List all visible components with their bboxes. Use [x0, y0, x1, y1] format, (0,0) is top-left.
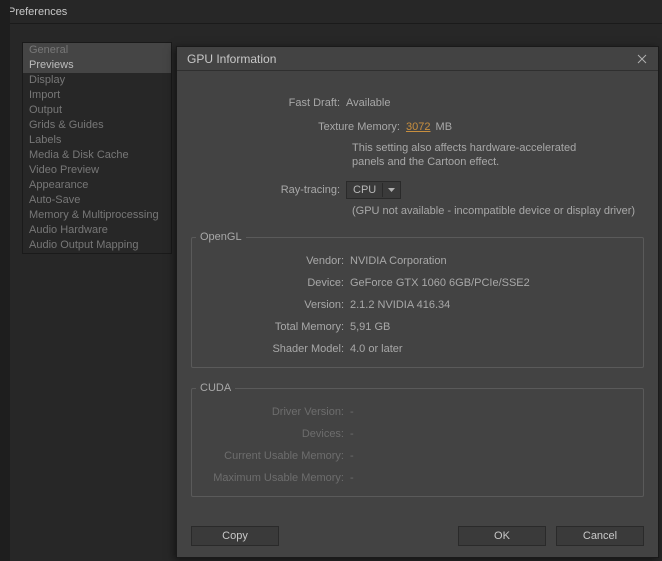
opengl-shader-model-value: 4.0 or later — [350, 341, 633, 357]
dialog-titlebar: GPU Information — [177, 47, 658, 71]
cuda-current-usable-value: - — [350, 448, 633, 464]
sidebar-item-general[interactable]: General — [23, 43, 171, 58]
opengl-legend: OpenGL — [196, 231, 246, 243]
preferences-sidebar: General Previews Display Import Output G… — [22, 42, 172, 254]
cuda-current-usable-label: Current Usable Memory: — [192, 448, 350, 464]
cancel-button[interactable]: Cancel — [556, 526, 644, 546]
cuda-group: CUDA Driver Version: - Devices: - Curren… — [191, 382, 644, 497]
opengl-vendor-value: NVIDIA Corporation — [350, 253, 633, 269]
sidebar-item-display[interactable]: Display — [23, 73, 171, 88]
sidebar-item-appearance[interactable]: Appearance — [23, 178, 171, 193]
texture-memory-value[interactable]: 3072 — [406, 121, 430, 133]
fast-draft-label: Fast Draft: — [191, 95, 346, 111]
cuda-max-usable-value: - — [350, 470, 633, 486]
sidebar-item-memory-multiprocessing[interactable]: Memory & Multiprocessing — [23, 208, 171, 223]
ray-tracing-warning: (GPU not available - incompatible device… — [352, 205, 644, 217]
cuda-devices-value: - — [350, 426, 633, 442]
opengl-total-memory-value: 5,91 GB — [350, 319, 633, 335]
cuda-devices-label: Devices: — [192, 426, 350, 442]
gpu-information-dialog: GPU Information Fast Draft: Available Te… — [176, 46, 659, 558]
sidebar-item-grids-guides[interactable]: Grids & Guides — [23, 118, 171, 133]
sidebar-item-audio-hardware[interactable]: Audio Hardware — [23, 223, 171, 238]
ok-button[interactable]: OK — [458, 526, 546, 546]
opengl-device-label: Device: — [192, 275, 350, 291]
chevron-down-icon — [382, 183, 396, 197]
opengl-vendor-label: Vendor: — [192, 253, 350, 269]
sidebar-item-output[interactable]: Output — [23, 103, 171, 118]
sidebar-item-auto-save[interactable]: Auto-Save — [23, 193, 171, 208]
cuda-max-usable-label: Maximum Usable Memory: — [192, 470, 350, 486]
preferences-title: Preferences — [8, 6, 67, 18]
cuda-driver-version-label: Driver Version: — [192, 404, 350, 420]
sidebar-item-previews[interactable]: Previews — [23, 58, 171, 73]
opengl-device-value: GeForce GTX 1060 6GB/PCIe/SSE2 — [350, 275, 633, 291]
sidebar-item-audio-output-mapping[interactable]: Audio Output Mapping — [23, 238, 171, 253]
opengl-total-memory-label: Total Memory: — [192, 319, 350, 335]
ray-tracing-select[interactable]: CPU — [346, 181, 401, 199]
ray-tracing-label: Ray-tracing: — [191, 182, 346, 198]
dialog-footer: Copy OK Cancel — [177, 515, 658, 557]
close-icon[interactable] — [634, 51, 650, 67]
sidebar-item-media-disk-cache[interactable]: Media & Disk Cache — [23, 148, 171, 163]
sidebar-item-labels[interactable]: Labels — [23, 133, 171, 148]
cuda-legend: CUDA — [196, 382, 235, 394]
ray-tracing-value: CPU — [353, 182, 376, 198]
opengl-shader-model-label: Shader Model: — [192, 341, 350, 357]
opengl-version-label: Version: — [192, 297, 350, 313]
opengl-group: OpenGL Vendor: NVIDIA Corporation Device… — [191, 231, 644, 368]
fast-draft-value: Available — [346, 95, 644, 111]
opengl-version-value: 2.1.2 NVIDIA 416.34 — [350, 297, 633, 313]
texture-memory-unit: MB — [436, 121, 453, 133]
copy-button[interactable]: Copy — [191, 526, 279, 546]
texture-memory-label: Texture Memory: — [191, 119, 406, 135]
texture-note-line2: panels and the Cartoon effect. — [352, 155, 644, 169]
preferences-titlebar: Preferences — [0, 0, 662, 24]
cuda-driver-version-value: - — [350, 404, 633, 420]
sidebar-item-video-preview[interactable]: Video Preview — [23, 163, 171, 178]
texture-note-line1: This setting also affects hardware-accel… — [352, 141, 644, 155]
sidebar-item-import[interactable]: Import — [23, 88, 171, 103]
dialog-title: GPU Information — [187, 52, 276, 66]
